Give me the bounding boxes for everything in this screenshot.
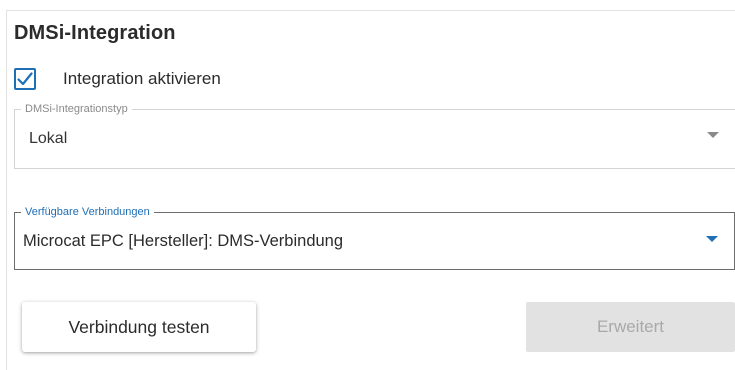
integration-type-label: DMSi-Integrationstyp bbox=[21, 102, 132, 116]
integration-type-value: Lokal bbox=[29, 130, 68, 147]
integration-checkbox[interactable] bbox=[14, 68, 36, 90]
integration-checkbox-label: Integration aktivieren bbox=[63, 69, 221, 88]
chevron-down-icon[interactable] bbox=[706, 236, 718, 242]
integration-checkbox-row[interactable]: Integration aktivieren bbox=[14, 66, 221, 92]
integration-type-select[interactable]: DMSi-Integrationstyp Lokal bbox=[14, 102, 735, 169]
test-connection-button[interactable]: Verbindung testen bbox=[22, 302, 256, 352]
connections-value: Microcat EPC [Hersteller]: DMS-Verbindun… bbox=[23, 232, 344, 250]
connections-label: Verfügbare Verbindungen bbox=[21, 205, 154, 219]
chevron-down-icon[interactable] bbox=[707, 132, 719, 138]
connections-select[interactable]: Verfügbare Verbindungen Microcat EPC [He… bbox=[14, 205, 735, 270]
section-title: DMSi-Integration bbox=[14, 22, 176, 44]
advanced-button[interactable]: Erweitert bbox=[526, 302, 735, 352]
checkmark-icon bbox=[17, 72, 33, 86]
